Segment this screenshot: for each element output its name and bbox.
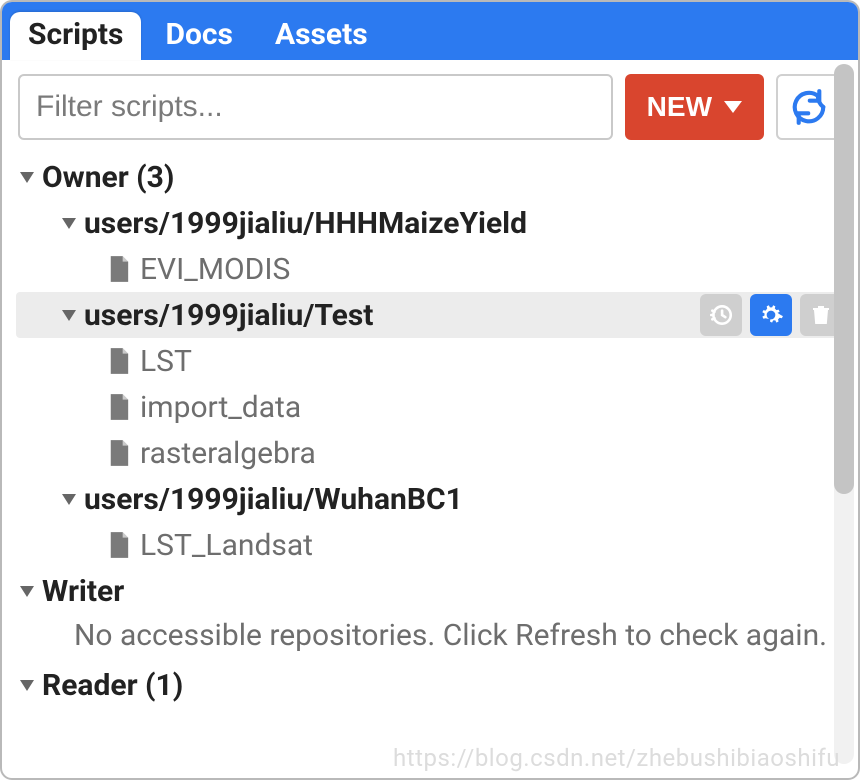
caret-down-icon	[20, 586, 34, 597]
file-icon	[108, 531, 130, 559]
file-icon	[108, 439, 130, 467]
file-icon	[108, 347, 130, 375]
script-tree: Owner (3) users/1999jialiu/HHHMaizeYield…	[2, 154, 858, 778]
tab-assets[interactable]: Assets	[257, 12, 386, 60]
scripts-panel: Scripts Docs Assets NEW Owner (3)	[0, 0, 860, 780]
refresh-icon	[790, 88, 828, 126]
caret-down-icon	[62, 494, 76, 505]
writer-empty-message: No accessible repositories. Click Refres…	[16, 614, 848, 663]
repo-item[interactable]: users/1999jialiu/WuhanBC1	[16, 476, 848, 522]
new-button-label: NEW	[647, 91, 712, 123]
section-writer-label: Writer	[42, 574, 124, 609]
file-name: EVI_MODIS	[140, 252, 290, 287]
file-icon	[108, 393, 130, 421]
tab-docs[interactable]: Docs	[147, 12, 250, 60]
trash-icon	[809, 302, 833, 328]
section-writer[interactable]: Writer	[16, 568, 848, 614]
refresh-button[interactable]	[776, 74, 842, 140]
scrollbar[interactable]	[834, 64, 854, 764]
file-item[interactable]: EVI_MODIS	[16, 246, 848, 292]
caret-down-icon	[62, 218, 76, 229]
new-script-button[interactable]: NEW	[625, 74, 764, 140]
caret-down-icon	[724, 101, 742, 113]
file-item[interactable]: LST_Landsat	[16, 522, 848, 568]
tab-scripts[interactable]: Scripts	[10, 12, 141, 60]
history-button[interactable]	[700, 294, 742, 336]
repo-item[interactable]: users/1999jialiu/Test	[16, 292, 848, 338]
file-item[interactable]: rasteralgebra	[16, 430, 848, 476]
file-name: import_data	[140, 390, 301, 425]
caret-down-icon	[62, 310, 76, 321]
repo-name: users/1999jialiu/Test	[84, 298, 373, 333]
file-name: LST	[140, 344, 192, 379]
scrollbar-thumb[interactable]	[834, 64, 854, 494]
section-reader-label: Reader (1)	[42, 668, 183, 703]
row-actions	[700, 294, 842, 336]
repo-name: users/1999jialiu/HHHMaizeYield	[84, 206, 527, 241]
toolbar: NEW	[2, 60, 858, 154]
file-icon	[108, 255, 130, 283]
file-item[interactable]: LST	[16, 338, 848, 384]
gear-icon	[758, 302, 784, 328]
caret-down-icon	[20, 172, 34, 183]
history-icon	[708, 302, 734, 328]
repo-name: users/1999jialiu/WuhanBC1	[84, 482, 463, 517]
repo-item[interactable]: users/1999jialiu/HHHMaizeYield	[16, 200, 848, 246]
section-reader[interactable]: Reader (1)	[16, 663, 848, 709]
file-item[interactable]: import_data	[16, 384, 848, 430]
section-owner[interactable]: Owner (3)	[16, 154, 848, 200]
tabs-bar: Scripts Docs Assets	[2, 2, 858, 60]
section-owner-label: Owner (3)	[42, 160, 174, 195]
caret-down-icon	[20, 680, 34, 691]
file-name: rasteralgebra	[140, 436, 316, 471]
filter-scripts-input[interactable]	[18, 74, 613, 140]
settings-button[interactable]	[750, 294, 792, 336]
file-name: LST_Landsat	[140, 528, 313, 563]
